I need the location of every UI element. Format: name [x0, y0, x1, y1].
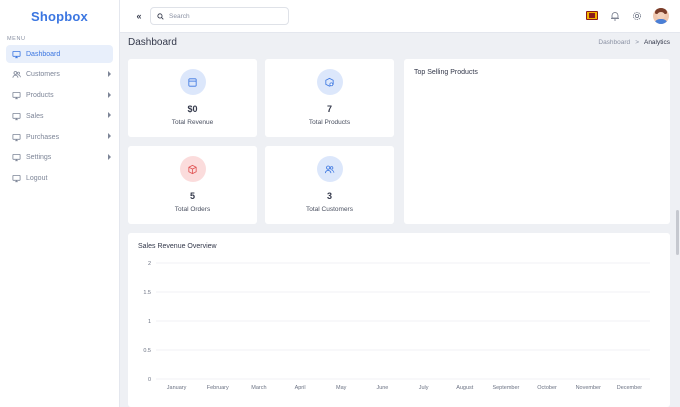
y-tick-label: 0.5 [143, 348, 151, 354]
search-box[interactable] [150, 7, 289, 25]
y-tick-label: 0 [148, 377, 151, 383]
stat-label: Total Revenue [171, 119, 214, 126]
sidebar-item-label: Products [26, 92, 54, 100]
monitor-icon [12, 133, 21, 142]
page-title: Dashboard [128, 37, 177, 48]
monitor-icon [12, 50, 21, 59]
sidebar-item-label: Settings [26, 154, 52, 162]
breadcrumb-separator-icon: > [635, 39, 639, 46]
x-tick-label: November [576, 385, 602, 391]
users-icon [316, 156, 343, 182]
monitor-icon [12, 174, 21, 183]
sidebar: Shopbox MENU Dashboard Customers Products S… [0, 0, 120, 407]
sidebar-item-label: Purchases [26, 133, 60, 141]
caret-right-icon [108, 133, 111, 140]
search-icon [157, 12, 164, 20]
search-input[interactable] [169, 12, 279, 20]
sidebar-item-label: Dashboard [26, 50, 61, 58]
caret-right-icon [108, 91, 111, 98]
y-tick-label: 1 [148, 319, 151, 325]
y-tick-label: 2 [148, 261, 151, 267]
page-scrollbar[interactable] [676, 210, 679, 255]
users-icon [12, 70, 21, 79]
brand-logo[interactable]: Shopbox [0, 0, 119, 33]
caret-right-icon [108, 70, 111, 77]
stat-card-orders: 5 Total Orders [128, 146, 257, 224]
top-selling-card: Top Selling Products [404, 59, 670, 224]
x-tick-label: April [295, 385, 306, 391]
x-tick-label: May [336, 385, 347, 391]
sidebar-item-label: Customers [26, 71, 60, 79]
stat-card-revenue: $0 Total Revenue [128, 59, 257, 137]
sidebar-item-products[interactable]: Products [6, 87, 113, 105]
stat-value: 7 [326, 104, 332, 114]
x-tick-label: July [419, 385, 429, 391]
monitor-icon [12, 112, 21, 121]
x-tick-label: March [251, 385, 266, 391]
collapse-sidebar-button[interactable]: « [133, 10, 145, 22]
x-tick-label: December [617, 385, 643, 391]
sidebar-item-label: Logout [26, 175, 48, 183]
box-search-icon [316, 69, 343, 95]
x-tick-label: October [537, 385, 557, 391]
stat-label: Total Products [308, 119, 351, 126]
stat-label: Total Customers [306, 206, 353, 213]
x-tick-label: January [167, 385, 187, 391]
sidebar-item-settings[interactable]: Settings [6, 149, 113, 167]
cube-icon [179, 156, 206, 182]
x-tick-label: February [207, 385, 229, 391]
breadcrumb-current: Analytics [643, 39, 670, 46]
stat-label: Total Orders [174, 206, 211, 213]
stat-card-customers: 3 Total Customers [265, 146, 394, 224]
monitor-icon [12, 91, 21, 100]
stat-value: 5 [189, 191, 195, 201]
sidebar-item-dashboard[interactable]: Dashboard [6, 45, 113, 63]
monitor-icon [12, 153, 21, 162]
y-tick-label: 1.5 [143, 290, 151, 296]
sales-revenue-card: Sales Revenue Overview 2 1.5 1 0.5 0 January F… [128, 233, 670, 407]
sidebar-item-customers[interactable]: Customers [6, 66, 113, 84]
topbar: « [120, 0, 680, 33]
menu-title: MENU [7, 36, 26, 42]
x-tick-label: August [456, 385, 474, 391]
sidebar-item-label: Sales [26, 112, 44, 120]
user-avatar[interactable] [653, 8, 669, 24]
breadcrumb-link-dashboard[interactable]: Dashboard [598, 39, 630, 46]
x-tick-label: June [376, 385, 388, 391]
sidebar-item-sales[interactable]: Sales [6, 107, 113, 125]
sidebar-item-purchases[interactable]: Purchases [6, 128, 113, 146]
caret-right-icon [108, 153, 111, 160]
bell-icon[interactable] [608, 9, 622, 23]
stat-value: $0 [187, 104, 198, 114]
x-tick-label: September [492, 385, 519, 391]
sales-revenue-chart: 2 1.5 1 0.5 0 January February March April May Jun… [143, 261, 650, 391]
breadcrumb: Dashboard > Analytics [598, 39, 670, 46]
caret-right-icon [108, 112, 111, 119]
language-flag-icon[interactable] [586, 11, 598, 20]
calendar-icon [179, 69, 206, 95]
gear-icon[interactable] [630, 9, 644, 23]
stat-value: 3 [326, 191, 332, 201]
top-selling-title: Top Selling Products [414, 69, 478, 76]
sidebar-item-logout[interactable]: Logout [6, 170, 113, 188]
stat-card-products: 7 Total Products [265, 59, 394, 137]
